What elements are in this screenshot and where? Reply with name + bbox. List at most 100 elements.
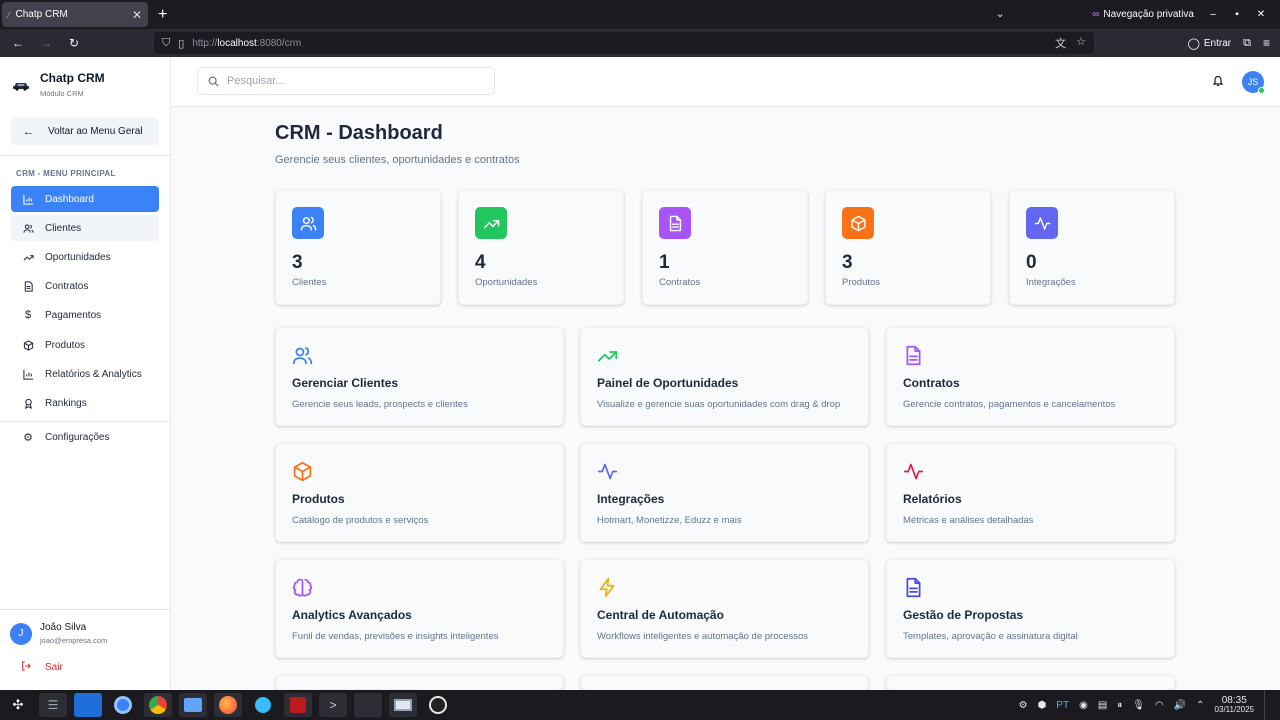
list-tabs-icon[interactable]: ⌄ [996, 9, 1004, 20]
lang-indicator[interactable]: PT [1056, 700, 1069, 711]
sidebar-item-pagamentos[interactable]: $ Pagamentos [11, 302, 159, 328]
settings-tray-icon[interactable]: ⚙ [1019, 700, 1028, 711]
minimize-button[interactable]: – [1208, 9, 1218, 20]
feature-card[interactable]: Integrações Hotmart, Monetizze, Eduzz e … [580, 443, 869, 542]
maximize-button[interactable]: ▪ [1232, 9, 1242, 20]
sidebar-item-label: Pagamentos [45, 309, 102, 321]
mic-tray-icon[interactable]: 🎙 [1132, 700, 1145, 711]
tab-close-icon[interactable]: ✕ [132, 8, 142, 22]
feature-card-description: Catálogo de produtos e serviços [292, 515, 429, 526]
close-window-button[interactable]: ✕ [1256, 9, 1266, 20]
back-arrow-icon[interactable]: ← [6, 36, 30, 50]
window-switcher-icon[interactable]: ☰ [39, 693, 67, 717]
menu-icon[interactable]: ≡ [1263, 36, 1270, 50]
store-icon[interactable] [74, 693, 102, 717]
obs-icon[interactable] [424, 693, 452, 717]
system-tray: ⚙ ⬢ PT ◉ ▤ ⏸ 🎙 ◠ 🔊 ⌃ 08:35 03/11/2025 [1019, 690, 1268, 720]
user-profile[interactable]: J João Silva joao@empresa.com [10, 622, 107, 645]
translate-icon[interactable]: 文 [1055, 35, 1066, 51]
module-name: Módulo CRM [40, 89, 84, 98]
users-icon [292, 345, 313, 371]
divider [0, 155, 171, 156]
header-avatar[interactable]: JS [1242, 71, 1265, 94]
bookmark-star-icon[interactable]: ☆ [1076, 35, 1086, 51]
browser-tab-bar: ⁄ Chatp CRM ✕ + ⌄ ∞ Navegação privativa … [0, 0, 1280, 29]
shield-icon[interactable]: ⛉ [162, 37, 170, 50]
forward-arrow-icon[interactable]: → [34, 36, 58, 50]
divider [0, 609, 171, 610]
terminal-icon[interactable]: > [319, 693, 347, 717]
feature-card-partial[interactable] [275, 675, 564, 690]
sidebar-item-produtos[interactable]: Produtos [11, 332, 159, 358]
feature-card-partial[interactable] [886, 675, 1175, 690]
stat-card-produtos: 3 Produtos [825, 190, 991, 305]
feature-card[interactable]: Painel de Oportunidades Visualize e gere… [580, 327, 869, 426]
sidebar-item-label: Relatórios & Analytics [45, 368, 142, 380]
new-tab-button[interactable]: + [158, 6, 167, 24]
screen-icon[interactable] [389, 693, 417, 717]
sidebar-item-clientes[interactable]: Clientes [11, 215, 159, 241]
pause-tray-icon[interactable]: ⏸ [1117, 700, 1122, 711]
search-input[interactable] [227, 75, 467, 87]
feature-card-description: Métricas e análises detalhadas [903, 515, 1034, 526]
volume-tray-icon[interactable]: 🔊 [1174, 700, 1186, 711]
chrome-icon[interactable] [144, 693, 172, 717]
package-tray-icon[interactable]: ⬢ [1038, 700, 1047, 711]
feature-card-description: Templates, aprovação e assinatura digita… [903, 631, 1078, 642]
signin-label[interactable]: Entrar [1204, 38, 1231, 49]
clock[interactable]: 08:35 03/11/2025 [1214, 695, 1254, 715]
page-info-icon[interactable]: ▯ [178, 37, 184, 50]
clipboard-tray-icon[interactable]: ▤ [1098, 700, 1107, 711]
stat-card-oportunidades: 4 Oportunidades [458, 190, 624, 305]
firefox-icon[interactable] [214, 693, 242, 717]
activity-icon [1026, 207, 1058, 239]
stat-card-integrações: 0 Integrações [1009, 190, 1175, 305]
sidebar-item-label: Dashboard [45, 193, 94, 205]
sidebar-item-label: Rankings [45, 397, 87, 409]
logout-button[interactable]: Sair [21, 661, 63, 674]
account-icon[interactable]: ◯ [1188, 37, 1200, 50]
obs-tray-icon[interactable]: ◉ [1079, 700, 1088, 711]
app-launcher-icon[interactable]: ✣ [4, 693, 32, 717]
extensions-icon[interactable]: ⧉ [1243, 37, 1251, 50]
user-email: joao@empresa.com [40, 636, 108, 645]
reload-icon[interactable]: ↻ [62, 36, 86, 50]
box-icon [842, 207, 874, 239]
browser-tab[interactable]: ⁄ Chatp CRM ✕ [2, 2, 148, 27]
stat-label: Integrações [1026, 277, 1076, 288]
sidebar-item-oportunidades[interactable]: Oportunidades [11, 244, 159, 270]
sidebar-item-relatorios[interactable]: Relatórios & Analytics [11, 361, 159, 387]
wifi-tray-icon[interactable]: ◠ [1155, 700, 1164, 711]
feature-card[interactable]: Gestão de Propostas Templates, aprovação… [886, 559, 1175, 658]
feature-card-description: Visualize e gerencie suas oportunidades … [597, 399, 841, 410]
feature-card-partial[interactable] [580, 675, 869, 690]
sidebar-item-rankings[interactable]: Rankings [11, 390, 159, 416]
feature-card-title: Analytics Avançados [292, 608, 412, 622]
bar-chart-icon [21, 369, 35, 380]
clock-date: 03/11/2025 [1214, 705, 1254, 715]
search-box[interactable] [197, 67, 495, 95]
browser-app-icon[interactable] [109, 693, 137, 717]
filezilla-icon[interactable] [284, 693, 312, 717]
address-bar[interactable]: ⛉ ▯ http://localhost:8080/crm 文 ☆ [154, 32, 1094, 54]
chevron-up-icon[interactable]: ⌃ [1196, 700, 1204, 711]
back-to-main-menu-button[interactable]: ← Voltar ao Menu Geral [11, 118, 159, 145]
vpn-icon[interactable] [249, 693, 277, 717]
bell-icon[interactable] [1212, 74, 1224, 87]
feature-card[interactable]: Gerenciar Clientes Gerencie seus leads, … [275, 327, 564, 426]
file-manager-icon[interactable] [179, 693, 207, 717]
feature-card[interactable]: Analytics Avançados Funil de vendas, pre… [275, 559, 564, 658]
feature-card[interactable]: Central de Automação Workflows inteligen… [580, 559, 869, 658]
sidebar-item-dashboard[interactable]: Dashboard [11, 186, 159, 212]
feature-card-title: Contratos [903, 376, 960, 390]
browser-nav-bar: ← → ↻ ⛉ ▯ http://localhost:8080/crm 文 ☆ … [0, 29, 1280, 57]
feature-card-description: Funil de vendas, previsões e insights in… [292, 631, 499, 642]
feature-card[interactable]: Contratos Gerencie contratos, pagamentos… [886, 327, 1175, 426]
stat-label: Oportunidades [475, 277, 538, 288]
feature-card[interactable]: Produtos Catálogo de produtos e serviços [275, 443, 564, 542]
sidebar-item-configuracoes[interactable]: ⚙ Configurações [11, 424, 159, 450]
show-desktop-button[interactable] [1264, 690, 1268, 720]
feature-card[interactable]: Relatórios Métricas e análises detalhada… [886, 443, 1175, 542]
url-text[interactable]: http://localhost:8080/crm [192, 38, 301, 49]
sidebar-item-contratos[interactable]: Contratos [11, 273, 159, 299]
